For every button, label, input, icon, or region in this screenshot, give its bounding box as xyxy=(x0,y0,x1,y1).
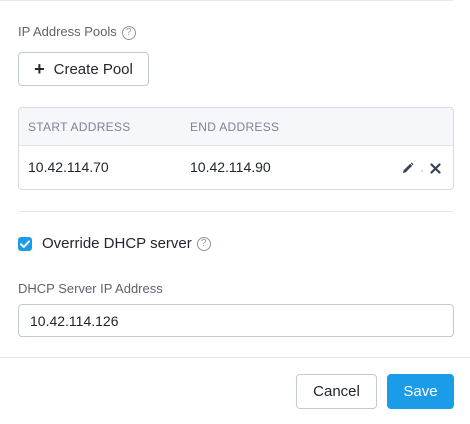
cancel-button[interactable]: Cancel xyxy=(296,374,377,409)
delete-icon[interactable] xyxy=(430,161,441,179)
help-icon[interactable]: ? xyxy=(196,237,211,252)
table-row: 10.42.114.70 10.42.114.90 · xyxy=(19,146,453,189)
dhcp-server-ip-input[interactable] xyxy=(18,304,454,337)
help-icon[interactable]: ? xyxy=(121,25,136,40)
override-dhcp-label: Override DHCP server? xyxy=(42,235,211,252)
plus-icon: + xyxy=(34,59,45,79)
ip-pool-table: START ADDRESS END ADDRESS 10.42.114.70 1… xyxy=(18,107,454,190)
top-divider xyxy=(0,0,453,1)
ip-address-pools-title: IP Address Pools xyxy=(18,24,117,39)
column-header-end-address: END ADDRESS xyxy=(190,120,280,134)
edit-icon[interactable] xyxy=(402,161,414,179)
override-dhcp-text: Override DHCP server xyxy=(42,235,192,252)
footer-divider xyxy=(0,357,470,358)
end-address-cell: 10.42.114.90 xyxy=(190,159,271,175)
column-header-start-address: START ADDRESS xyxy=(28,120,131,134)
section-divider xyxy=(18,211,453,212)
dhcp-server-ip-label: DHCP Server IP Address xyxy=(18,281,163,296)
table-header: START ADDRESS END ADDRESS xyxy=(19,108,453,146)
checkmark-icon xyxy=(20,240,30,248)
override-dhcp-checkbox[interactable] xyxy=(18,237,32,251)
start-address-cell: 10.42.114.70 xyxy=(28,159,109,175)
action-separator: · xyxy=(420,163,424,177)
save-button[interactable]: Save xyxy=(387,374,454,409)
ip-address-pools-label: IP Address Pools? xyxy=(18,24,136,40)
create-pool-button[interactable]: + Create Pool xyxy=(18,52,149,86)
row-actions: · xyxy=(402,161,441,179)
create-pool-label: Create Pool xyxy=(53,60,133,78)
